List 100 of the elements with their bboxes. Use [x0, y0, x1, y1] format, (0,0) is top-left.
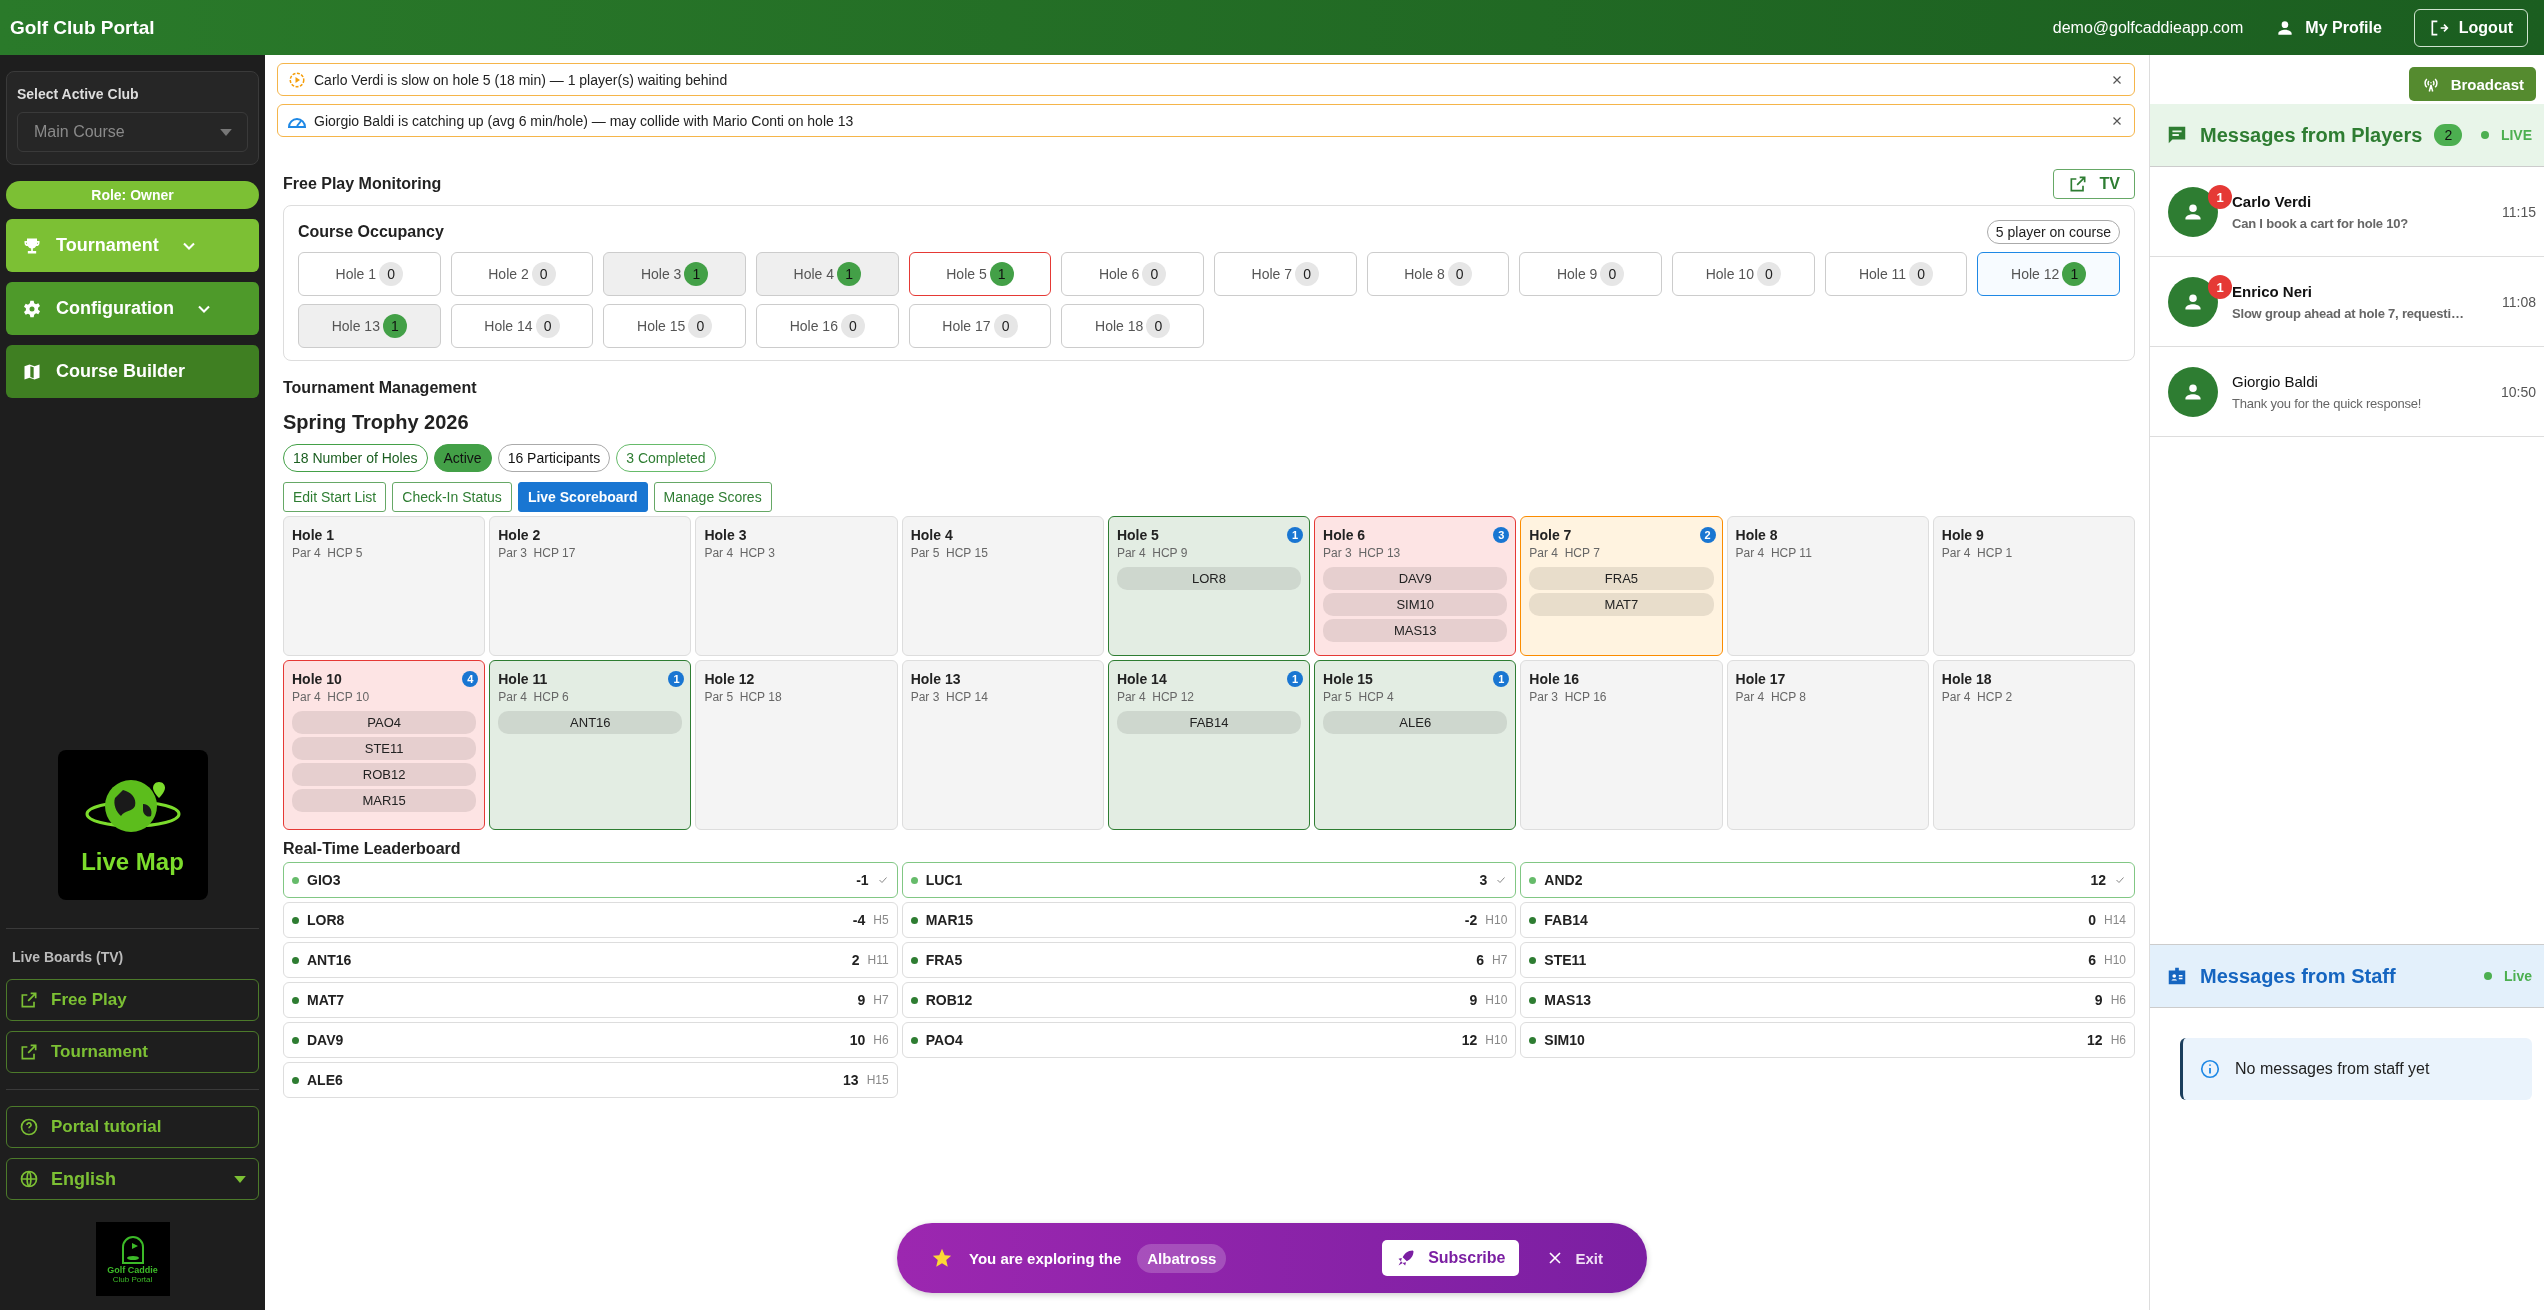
hole-occupancy-tile[interactable]: Hole 12 1	[1977, 252, 2120, 296]
count-badge: 1	[989, 262, 1014, 286]
live-dot-icon	[2484, 972, 2492, 980]
tab-button[interactable]: Manage Scores	[653, 482, 772, 512]
hole-occupancy-tile[interactable]: Hole 4 1	[756, 252, 899, 296]
hole-label: Hole 10	[1705, 266, 1754, 282]
role-pill: Role: Owner	[6, 181, 259, 209]
live-board-link[interactable]: Free Play	[6, 979, 259, 1021]
panel-title: Messages from Staff	[2200, 964, 2396, 988]
message-item[interactable]: 1 Carlo Verdi Can I book a cart for hole 10? 11:15	[2150, 167, 2544, 257]
hole-name: Hole 18	[1941, 671, 1992, 687]
hole-label: Hole 17	[942, 318, 991, 334]
hole-occupancy-tile[interactable]: Hole 10 0	[1672, 252, 1815, 296]
section-title: Live Boards (TV)	[11, 948, 125, 967]
player-score: -2	[1464, 912, 1478, 928]
current-hole: H6	[2110, 993, 2126, 1007]
count-badge: 0	[1909, 262, 1934, 286]
player-score: 6	[2088, 952, 2096, 968]
count-badge: 0	[535, 314, 560, 338]
exit-button[interactable]: Exit	[1535, 1248, 1613, 1268]
hole-occupancy-tile[interactable]: Hole 13 1	[298, 304, 441, 348]
tutorial-button[interactable]: Portal tutorial	[6, 1106, 259, 1148]
message-item[interactable]: 1 Enrico Neri Slow group ahead at hole 7, requesti… 11:08	[2150, 257, 2544, 347]
section-title: Tournament Management	[283, 379, 478, 397]
nav-item[interactable]: Configuration	[6, 282, 259, 335]
hole-info: Par 4 HCP 6	[498, 690, 569, 704]
player-score: 6	[1476, 952, 1484, 968]
check-icon	[2114, 874, 2126, 886]
logout-button[interactable]: Logout	[2413, 8, 2528, 47]
hole-name: Hole 4	[910, 527, 953, 543]
subscribe-button[interactable]: Subscribe	[1382, 1240, 1520, 1276]
count-badge: 0	[993, 314, 1018, 338]
status-chip: Active	[433, 444, 492, 472]
status-dot-icon	[1529, 916, 1537, 924]
hole-occupancy-tile[interactable]: Hole 3 1	[603, 252, 746, 296]
check-icon	[876, 874, 889, 886]
app-title: Golf Club Portal	[10, 16, 155, 39]
player-code: SIM10	[1544, 1032, 1586, 1048]
player-score: 13	[843, 1072, 859, 1088]
player-code: PAO4	[925, 1032, 964, 1048]
tab-button[interactable]: Check-In Status	[392, 482, 512, 512]
tv-button[interactable]: TV	[2052, 169, 2135, 199]
hole-occupancy-tile[interactable]: Hole 14 0	[450, 304, 594, 348]
hole-occupancy-tile[interactable]: Hole 11 0	[1824, 252, 1968, 296]
player-count-badge: 1	[1287, 671, 1304, 687]
unread-badge: 1	[2208, 275, 2232, 299]
hole-occupancy-tile[interactable]: Hole 5 1	[908, 252, 1052, 296]
player-score: 9	[857, 992, 866, 1008]
hole-info: Par 3 HCP 16	[1529, 690, 1607, 704]
current-hole: H7	[1492, 953, 1508, 967]
banner-text: You are exploring the	[969, 1249, 1122, 1267]
current-hole: H10	[1485, 993, 1508, 1007]
hole-occupancy-tile[interactable]: Hole 18 0	[1061, 304, 1204, 348]
player-code: MAT7	[307, 992, 346, 1008]
message-item[interactable]: Giorgio Baldi Thank you for the quick response! 10:50	[2150, 347, 2544, 437]
club-label: Select Active Club	[17, 86, 140, 102]
hole-occupancy-tile[interactable]: Hole 2 0	[450, 252, 594, 296]
hole-occupancy-tile[interactable]: Hole 9 0	[1519, 252, 1662, 296]
status-dot-icon	[910, 996, 918, 1004]
hole-occupancy-tile[interactable]: Hole 7 0	[1214, 252, 1357, 296]
unread-badge: 1	[2208, 185, 2232, 209]
hole-occupancy-tile[interactable]: Hole 16 0	[756, 304, 899, 348]
player-score: -4	[852, 912, 866, 928]
hole-label: Hole 4	[793, 266, 835, 282]
hole-info: Par 4 HCP 7	[1529, 546, 1600, 560]
nav-item[interactable]: Course Builder	[6, 345, 259, 398]
hole-label: Hole 16	[789, 318, 838, 334]
broadcast-button[interactable]: Broadcast	[2408, 67, 2536, 101]
live-map-logo[interactable]: Live Map	[57, 750, 208, 900]
current-hole: H10	[1485, 1033, 1508, 1047]
player-chip: DAV9	[1323, 567, 1508, 590]
language-select[interactable]: English	[6, 1158, 259, 1200]
hole-occupancy-tile[interactable]: Hole 1 0	[298, 252, 441, 296]
player-code: LUC1	[925, 872, 964, 888]
tab-button[interactable]: Edit Start List	[283, 482, 387, 512]
status-dot-icon	[910, 1036, 918, 1044]
empty-message: No messages from staff yet	[2235, 1060, 2430, 1078]
player-chip: ROB12	[292, 763, 477, 786]
player-code: AND2	[1544, 872, 1584, 888]
player-code: FAB14	[1544, 912, 1589, 928]
player-chip: PAO4	[292, 711, 477, 734]
status-dot-icon	[910, 956, 918, 964]
live-board-link[interactable]: Tournament	[6, 1031, 259, 1073]
player-chip: SIM10	[1323, 593, 1508, 616]
player-chip: LOR8	[1116, 567, 1302, 590]
live-indicator: LIVE	[2500, 127, 2532, 143]
profile-button[interactable]: My Profile	[2269, 16, 2388, 39]
hole-name: Hole 1	[292, 527, 334, 543]
hole-label: Hole 2	[488, 266, 529, 282]
tab-button[interactable]: Live Scoreboard	[517, 482, 648, 512]
hole-occupancy-tile[interactable]: Hole 17 0	[908, 304, 1052, 348]
hole-occupancy-tile[interactable]: Hole 6 0	[1061, 252, 1204, 296]
count-badge: 1	[382, 314, 407, 338]
count-badge: 1	[837, 262, 862, 286]
current-hole: H15	[866, 1073, 889, 1087]
hole-occupancy-tile[interactable]: Hole 15 0	[603, 304, 746, 348]
player-code: MAS13	[1544, 992, 1592, 1008]
hole-occupancy-tile[interactable]: Hole 8 0	[1366, 252, 1510, 296]
message-preview: Can I book a cart for hole 10?	[2232, 215, 2410, 231]
hole-info: Par 5 HCP 15	[910, 546, 988, 560]
